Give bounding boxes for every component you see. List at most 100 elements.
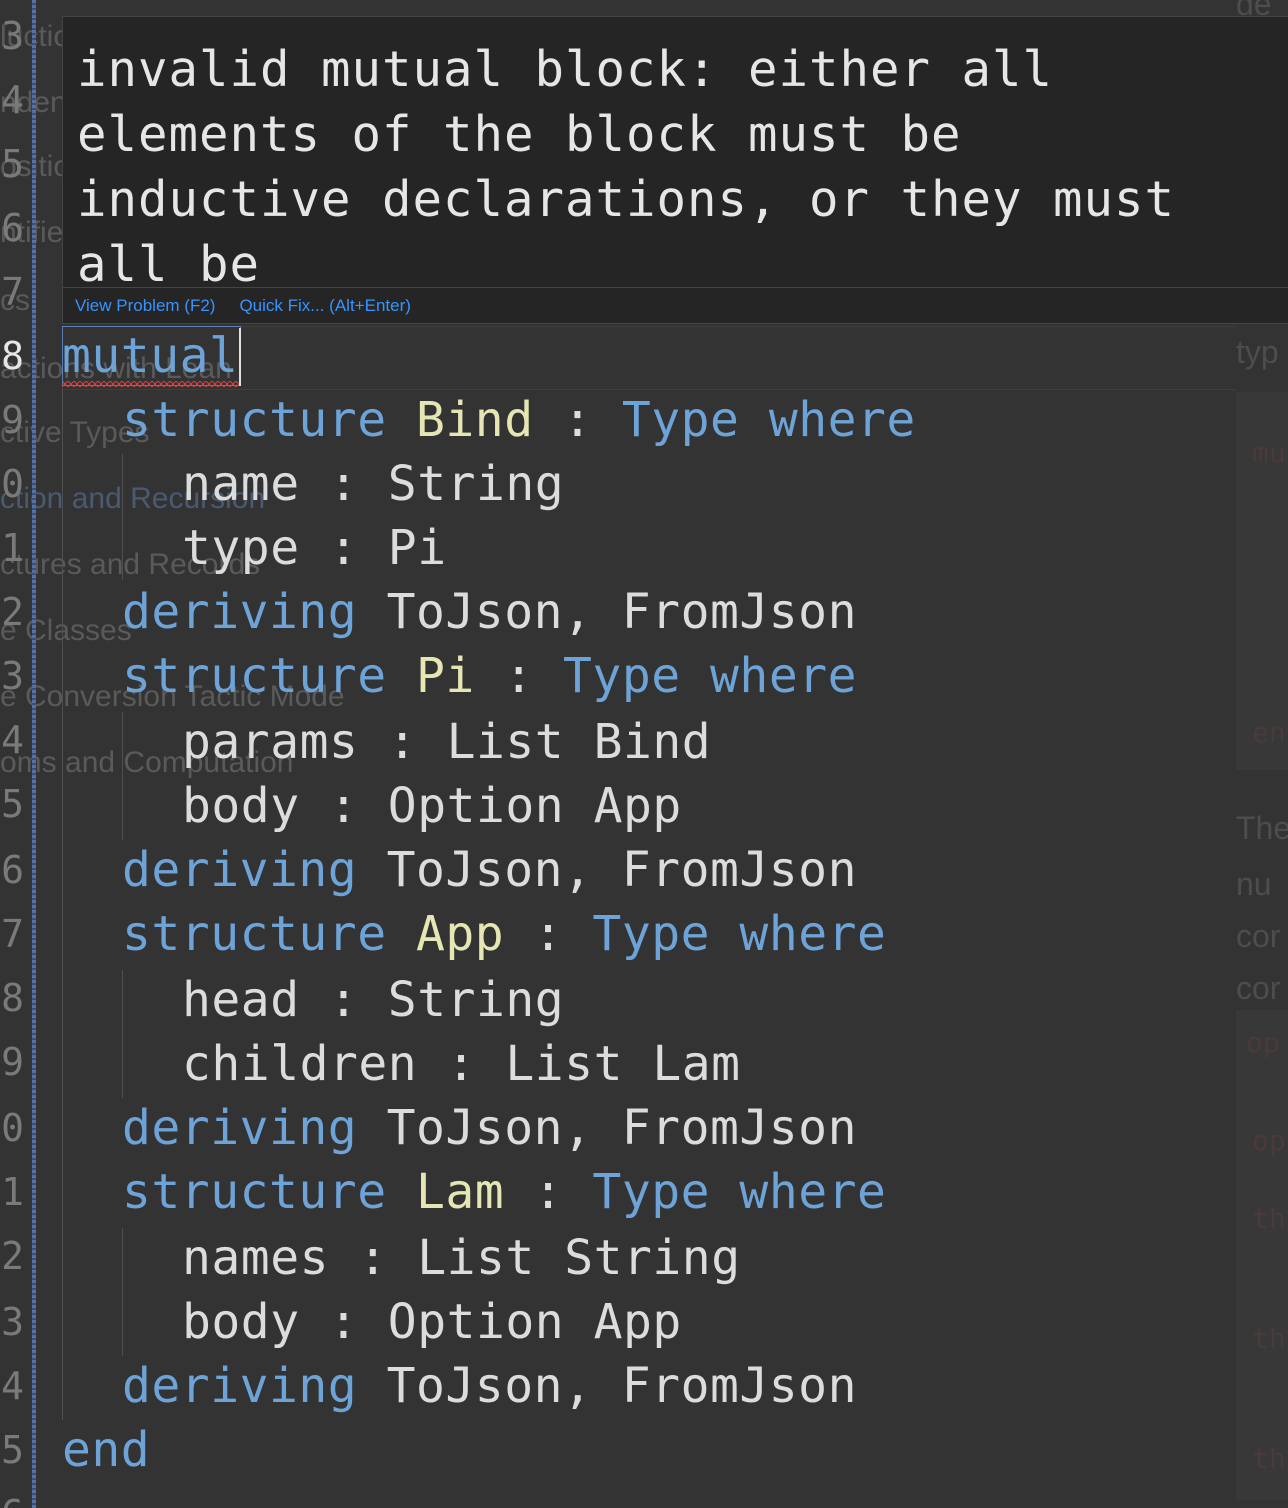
line-number: 3 [1,1300,24,1344]
line-number: 6 [1,848,24,892]
line-number: 3 [1,654,24,698]
indent-guide [122,712,123,840]
indent-guide [122,970,123,1098]
deriving-classes: ToJson, FromJson [386,584,857,640]
line-number: 5 [1,142,24,186]
code-line-structure-app[interactable]: structure App : Type where [122,902,886,966]
field-type: String [387,456,565,512]
line-number: 1 [1,1170,24,1214]
deriving-keyword: deriving [122,584,358,640]
mutual-keyword: mutual [62,328,239,384]
view-problem-link[interactable]: View Problem (F2) [75,296,215,315]
where-keyword: where [739,906,887,962]
code-line-field[interactable]: type : Pi [182,516,447,580]
colon: : [533,906,564,962]
structure-keyword: structure [122,392,387,448]
field-type: String [387,972,565,1028]
error-message-text: invalid mutual block: either all element… [77,41,1176,323]
field-name: params [182,714,359,770]
code-line-deriving[interactable]: deriving ToJson, FromJson [122,1096,857,1160]
structure-name: Pi [416,648,475,704]
line-number: 4 [1,1364,24,1408]
line-number: 2 [1,1234,24,1278]
where-keyword: where [768,392,916,448]
code-line-field[interactable]: params : List Bind [182,710,711,774]
code-line-field[interactable]: children : List Lam [182,1032,741,1096]
line-number: 9 [1,1040,24,1084]
code-editor[interactable]: luction ndent Type Theory ositions and P… [0,0,1288,1508]
structure-keyword: structure [122,1164,387,1220]
code-line-structure-pi[interactable]: structure Pi : Type where [122,644,857,708]
field-name: name [182,456,300,512]
type-keyword: Type [592,906,711,962]
line-number: 5 [1,1428,24,1472]
line-number: 0 [1,462,24,506]
end-keyword: end [62,1422,151,1478]
field-type: List Lam [505,1036,741,1092]
deriving-classes: ToJson, FromJson [386,1100,857,1156]
hover-action-bar: View Problem (F2) Quick Fix... (Alt+Enter… [63,287,1288,323]
code-line-deriving[interactable]: deriving ToJson, FromJson [122,580,857,644]
type-keyword: Type [621,392,740,448]
line-number: 4 [1,718,24,762]
code-line-deriving[interactable]: deriving ToJson, FromJson [122,1354,857,1418]
error-message: invalid mutual block: either all element… [77,37,1257,323]
structure-keyword: structure [122,648,387,704]
code-line-structure-lam[interactable]: structure Lam : Type where [122,1160,886,1224]
line-number: 3 [1,14,24,58]
code-line-field[interactable]: body : Option App [182,1290,682,1354]
code-line-field[interactable]: name : String [182,452,564,516]
structure-name: Lam [416,1164,505,1220]
error-squiggle[interactable] [62,381,240,387]
structure-keyword: structure [122,906,387,962]
structure-name: App [416,906,505,962]
where-keyword: where [710,648,858,704]
code-line-field[interactable]: body : Option App [182,774,682,838]
line-number: 6 [0,1482,24,1508]
line-number: 8 [1,976,24,1020]
field-type: List Bind [446,714,712,770]
line-number: 9 [1,398,24,442]
code-line-structure-bind[interactable]: structure Bind : Type where [122,388,916,452]
field-name: names [182,1230,329,1286]
field-type: Option App [387,778,682,834]
code-line-field[interactable]: head : String [182,968,564,1032]
code-line-deriving[interactable]: deriving ToJson, FromJson [122,838,857,902]
field-name: head [182,972,300,1028]
line-number: 7 [1,270,24,314]
line-number: 4 [1,78,24,122]
colon: : [563,392,593,448]
type-keyword: Type [563,648,681,704]
text-cursor [239,328,241,386]
deriving-classes: ToJson, FromJson [386,1358,857,1414]
where-keyword: where [739,1164,887,1220]
indent-guide [62,388,63,1420]
line-number: 1 [1,526,24,570]
field-type: Option App [387,1294,682,1350]
deriving-keyword: deriving [122,1358,358,1414]
line-number: 0 [1,1106,24,1150]
error-hover-popup[interactable]: invalid mutual block: either all element… [62,16,1288,324]
field-name: body [182,778,300,834]
field-type: Pi [387,520,447,576]
field-name: type [182,520,300,576]
line-number: 2 [1,590,24,634]
deriving-keyword: deriving [122,1100,358,1156]
deriving-keyword: deriving [122,842,358,898]
code-line-field[interactable]: names : List String [182,1226,741,1290]
line-number-active: 8 [1,334,24,378]
field-name: children [182,1036,418,1092]
quick-fix-link[interactable]: Quick Fix... (Alt+Enter) [239,296,410,315]
structure-name: Bind [416,392,534,448]
line-number-gutter[interactable]: 3 4 5 6 7 8 9 0 1 2 3 4 5 6 7 8 9 0 1 2 … [0,0,36,1508]
line-number: 7 [1,912,24,956]
colon: : [504,648,534,704]
code-line-mutual[interactable]: mutual [62,324,238,388]
code-line-end[interactable]: end [62,1418,150,1482]
line-number: 6 [1,206,24,250]
type-keyword: Type [592,1164,711,1220]
indent-guide [122,1228,123,1356]
git-change-indicator[interactable] [32,0,36,1508]
field-type: List String [417,1230,741,1286]
deriving-classes: ToJson, FromJson [386,842,857,898]
